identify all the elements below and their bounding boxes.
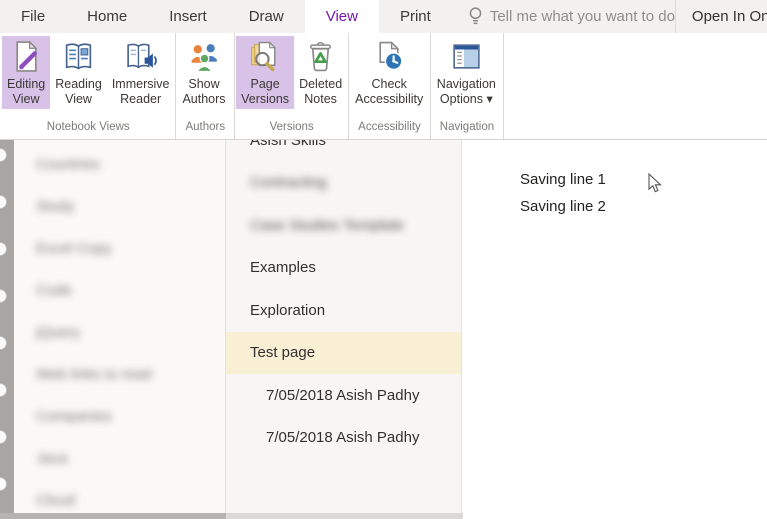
ribbon-button-immersive-reader[interactable]: ImmersiveReader [107,36,175,109]
note-line: Saving line 1 [520,166,767,193]
ribbon-button-label: View [65,92,92,107]
ribbon-button-label: View [13,92,40,107]
ribbon-button-navigation-options[interactable]: NavigationOptions ▾ [432,36,501,109]
page-item-label: Exploration [250,302,325,319]
page-version-item[interactable]: 7/05/2018 Asish Padhy [226,374,461,417]
page-item-label: Test page [250,344,315,361]
ribbon-group-buttons: EditingView ReadingView ImmersiveReader [2,33,174,116]
ribbon-button-label: Options ▾ [440,92,493,107]
ribbon-button-reading-view[interactable]: ReadingView [50,36,107,109]
ribbon-group-notebook-views: EditingView ReadingView ImmersiveReaderN… [1,33,176,139]
sidebar-section-code[interactable]: Code [36,270,225,312]
ribbon-button-label: Immersive [112,77,170,92]
open-in-onenote-button[interactable]: Open In OneNote [675,0,767,33]
open-in-onenote-label: Open In OneNote [692,8,767,25]
tab-home[interactable]: Home [66,0,148,33]
ribbon-group-buttons: CheckAccessibility [350,33,429,116]
ribbon-group-label: Accessibility [350,116,429,139]
sidebar-section-countries[interactable]: Countries [36,144,225,186]
ribbon-group-buttons: ShowAuthors [177,33,233,116]
editing-view-icon [10,40,43,73]
navigation-options-icon [450,40,483,73]
bottom-scrollbar[interactable] [0,513,463,519]
ribbon-button-label: Accessibility [355,92,423,107]
tab-draw[interactable]: Draw [228,0,305,33]
page-list-item[interactable]: Exploration [226,289,461,332]
note-line: Saving line 2 [520,193,767,220]
page-canvas[interactable]: Saving line 1Saving line 2 [462,140,767,519]
sidebar-section-excel-copy[interactable]: Excel Copy [36,228,225,270]
page-list-item[interactable]: Case Studies Template [226,204,461,247]
sidebar-section-companies[interactable]: Companies [36,396,225,438]
ribbon-button-label: Reader [120,92,161,107]
ribbon-group-buttons: NavigationOptions ▾ [432,33,502,116]
tell-me-box[interactable]: Tell me what you want to do [468,0,675,33]
page-item-label: 7/05/2018 Asish Padhy [266,387,419,404]
ribbon-group-navigation: NavigationOptions ▾Navigation [431,33,504,139]
ribbon-group-authors: ShowAuthorsAuthors [176,33,235,139]
tab-file[interactable]: File [0,0,66,33]
sidebar-section-web-links-to-read[interactable]: Web links to read [36,354,225,396]
ribbon-button-label: Authors [182,92,225,107]
tab-view[interactable]: View [305,0,379,33]
ribbon-group-accessibility: CheckAccessibilityAccessibility [349,33,431,139]
sidebar-section-jquery[interactable]: jQuery [36,312,225,354]
ribbon-button-label: Check [371,77,406,92]
main-area: CountriesStudyExcel CopyCodejQueryWeb li… [0,140,767,519]
ribbon-button-deleted-notes[interactable]: DeletedNotes [294,36,347,109]
page-list-item[interactable]: Examples [226,247,461,290]
page-list-item[interactable]: Contracting [226,162,461,205]
ribbon-button-check-accessibility[interactable]: CheckAccessibility [350,36,428,109]
lightbulb-icon [468,6,483,27]
tab-insert[interactable]: Insert [148,0,228,33]
immersive-reader-icon [124,40,157,73]
menu-bar: FileHomeInsertDrawViewPrint Tell me what… [0,0,767,33]
ribbon-button-page-versions[interactable]: PageVersions [236,36,294,109]
page-versions-icon [249,40,282,73]
page-item-label: Asish Skills [250,140,326,149]
page-item-label: Case Studies Template [250,217,404,234]
mouse-cursor [648,173,662,194]
page-version-item[interactable]: 7/05/2018 Asish Padhy [226,417,461,460]
page-item-label: Contracting [250,174,327,191]
ribbon-button-label: Page [250,77,279,92]
check-accessibility-icon [373,40,406,73]
ribbon-button-label: Editing [7,77,45,92]
ribbon-button-label: Navigation [437,77,496,92]
ribbon-button-label: Deleted [299,77,342,92]
ribbon-button-label: Show [188,77,219,92]
tab-print[interactable]: Print [379,0,452,33]
ribbon-group-buttons: PageVersions DeletedNotes [236,33,347,116]
ribbon-group-label: Versions [236,116,347,139]
ribbon-group-label: Notebook Views [2,116,174,139]
tell-me-placeholder: Tell me what you want to do [490,8,675,25]
ribbon-button-label: Notes [304,92,337,107]
page-list-item[interactable]: Test page [226,332,461,375]
section-list: CountriesStudyExcel CopyCodejQueryWeb li… [14,140,226,519]
show-authors-icon [188,40,221,73]
ribbon: EditingView ReadingView ImmersiveReaderN… [0,33,767,140]
sidebar-section-study[interactable]: Study [36,186,225,228]
page-list: Asish Skills Contracting Case Studies Temp… [226,140,462,519]
ribbon-group-versions: PageVersions DeletedNotesVersions [235,33,349,139]
page-list-item[interactable]: Asish Skills [226,140,461,162]
ribbon-button-label: Versions [241,92,289,107]
notebook-spine [0,140,14,519]
ribbon-button-editing-view[interactable]: EditingView [2,36,50,109]
sidebar-section-java[interactable]: Java [36,438,225,480]
page-item-label: Examples [250,259,316,276]
ribbon-button-show-authors[interactable]: ShowAuthors [177,36,230,109]
menu-tabs: FileHomeInsertDrawViewPrint [0,0,452,33]
deleted-notes-icon [304,40,337,73]
ribbon-group-label: Authors [177,116,233,139]
reading-view-icon [62,40,95,73]
ribbon-button-label: Reading [55,77,102,92]
page-item-label: 7/05/2018 Asish Padhy [266,429,419,446]
ribbon-group-label: Navigation [432,116,502,139]
